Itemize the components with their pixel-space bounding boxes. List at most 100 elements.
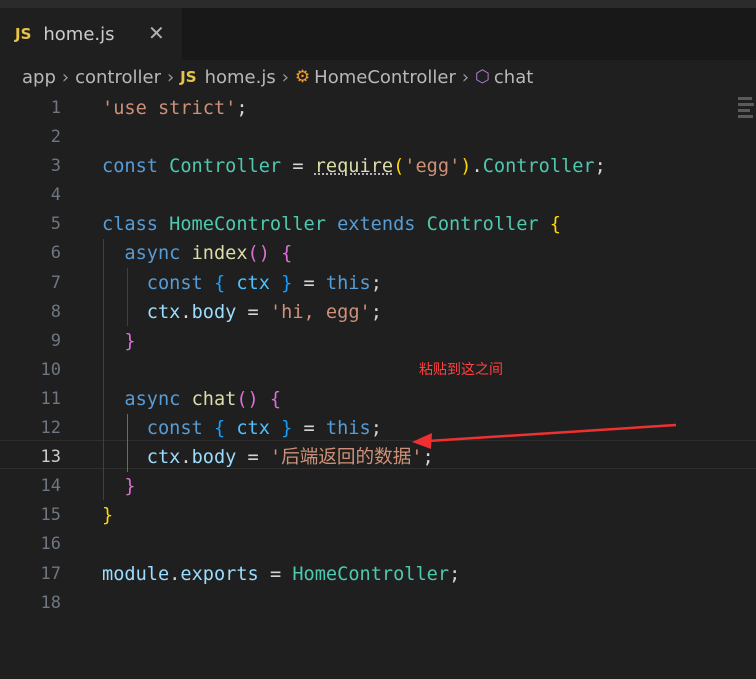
code-token: exports bbox=[180, 563, 259, 585]
symbol-method-icon: ⬡ bbox=[475, 67, 490, 87]
breadcrumb-item-method[interactable]: ⬡ chat bbox=[475, 67, 533, 88]
code-token: ; bbox=[236, 98, 248, 119]
code-token: { bbox=[538, 214, 561, 236]
code-token: require bbox=[314, 156, 394, 178]
code-token: = bbox=[258, 563, 293, 585]
code-token: ; bbox=[449, 563, 461, 585]
symbol-class-icon: ⚙ bbox=[294, 67, 311, 87]
code-token: } bbox=[269, 272, 293, 294]
code-line: } bbox=[102, 472, 606, 501]
close-icon[interactable]: ✕ bbox=[148, 21, 165, 45]
code-token: 'hi, egg' bbox=[269, 301, 371, 323]
code-token: body bbox=[191, 447, 237, 469]
code-token: } bbox=[102, 330, 136, 352]
line-number: 4 bbox=[50, 185, 61, 206]
line-number: 6 bbox=[50, 243, 61, 264]
code-token: = bbox=[236, 447, 270, 469]
code-token: module bbox=[102, 563, 170, 585]
line-number: 16 bbox=[40, 534, 61, 555]
code-token: const bbox=[102, 418, 214, 440]
code-token: . bbox=[180, 447, 192, 469]
code-token: Controller bbox=[426, 214, 539, 236]
code-token: this bbox=[325, 272, 371, 294]
breadcrumb-label: controller bbox=[75, 66, 161, 88]
breadcrumb-item-controller[interactable]: controller bbox=[75, 67, 161, 88]
code-token: } bbox=[102, 505, 114, 527]
code-line: } bbox=[102, 327, 606, 356]
code-lines: 'use strict'; const Controller = require(… bbox=[102, 94, 606, 618]
code-token: ( bbox=[393, 156, 405, 178]
line-number: 12 bbox=[40, 418, 61, 439]
line-number: 3 bbox=[50, 156, 61, 177]
code-line: } bbox=[102, 501, 606, 530]
code-token: } bbox=[269, 418, 293, 440]
code-line: const { ctx } = this; bbox=[102, 414, 606, 443]
code-token: HomeController bbox=[169, 214, 326, 236]
line-number: 11 bbox=[40, 388, 61, 409]
code-token: ctx bbox=[102, 301, 181, 323]
code-token: = bbox=[236, 301, 270, 323]
code-token: ctx bbox=[236, 272, 270, 294]
breadcrumb-label: chat bbox=[493, 66, 534, 88]
code-token: ; bbox=[370, 418, 382, 440]
line-number: 5 bbox=[50, 214, 61, 235]
line-number-gutter: 1 2 3 4 5 6 7 8 9 10 11 12 13 14 15 16 17 18 bbox=[0, 94, 70, 618]
code-token: const bbox=[102, 272, 214, 294]
code-line: const { ctx } = this; bbox=[102, 269, 606, 298]
breadcrumb-label: home.js bbox=[204, 66, 276, 88]
breadcrumb-item-class[interactable]: ⚙ HomeController bbox=[295, 67, 456, 88]
code-token: ctx bbox=[102, 447, 181, 469]
code-token: () bbox=[247, 243, 270, 265]
line-number: 9 bbox=[50, 330, 61, 351]
code-token: } bbox=[102, 476, 136, 498]
code-line: async chat() { bbox=[102, 385, 606, 414]
annotation-text: 粘贴到这之间 bbox=[419, 362, 503, 378]
code-token: ; bbox=[370, 272, 382, 294]
line-number: 13 bbox=[40, 447, 61, 468]
breadcrumb-item-file[interactable]: JS home.js bbox=[180, 67, 276, 88]
javascript-file-icon: JS bbox=[180, 68, 197, 86]
breadcrumb-item-app[interactable]: app bbox=[22, 67, 56, 88]
code-token: = bbox=[292, 272, 326, 294]
code-line: class HomeController extends Controller … bbox=[102, 210, 606, 239]
code-editor[interactable]: 1 2 3 4 5 6 7 8 9 10 11 12 13 14 15 16 17 18 'use strict'… bbox=[0, 94, 756, 679]
line-number: 18 bbox=[40, 592, 61, 613]
chevron-right-icon: › bbox=[166, 66, 175, 88]
code-token: { bbox=[269, 243, 293, 265]
code-token: ; bbox=[370, 301, 382, 323]
code-token: ; bbox=[422, 447, 434, 469]
code-line: ctx.body = 'hi, egg'; bbox=[102, 298, 606, 327]
tab-home-js[interactable]: JS home.js ✕ bbox=[0, 8, 182, 60]
code-line: ctx.body = '后端返回的数据'; bbox=[102, 443, 606, 472]
code-line: module.exports = HomeController; bbox=[102, 560, 606, 589]
code-token: . bbox=[471, 156, 483, 178]
code-token: extends bbox=[325, 214, 427, 236]
line-number: 1 bbox=[50, 98, 61, 118]
line-number: 2 bbox=[50, 127, 61, 148]
line-number: 7 bbox=[50, 272, 61, 293]
breadcrumb: app › controller › JS home.js › ⚙ HomeCo… bbox=[0, 60, 756, 94]
code-token: = bbox=[281, 156, 315, 178]
code-token: '后端返回的数据' bbox=[269, 447, 423, 469]
code-token: ) bbox=[460, 156, 472, 178]
code-token: body bbox=[191, 301, 237, 323]
code-token: { bbox=[258, 388, 282, 410]
code-token: { bbox=[213, 272, 237, 294]
code-token: ; bbox=[594, 156, 606, 178]
chevron-right-icon: › bbox=[61, 66, 70, 88]
code-token: chat bbox=[191, 388, 237, 410]
code-token: this bbox=[325, 418, 371, 440]
code-token: Controller bbox=[169, 156, 282, 178]
code-line: async index() { bbox=[102, 239, 606, 268]
code-token: ctx bbox=[236, 418, 270, 440]
code-token: async bbox=[102, 243, 192, 265]
code-token: const bbox=[102, 156, 170, 178]
line-number: 15 bbox=[40, 505, 61, 526]
breadcrumb-label: app bbox=[22, 66, 56, 88]
tab-label: home.js bbox=[43, 23, 115, 45]
code-token: class bbox=[102, 214, 170, 236]
